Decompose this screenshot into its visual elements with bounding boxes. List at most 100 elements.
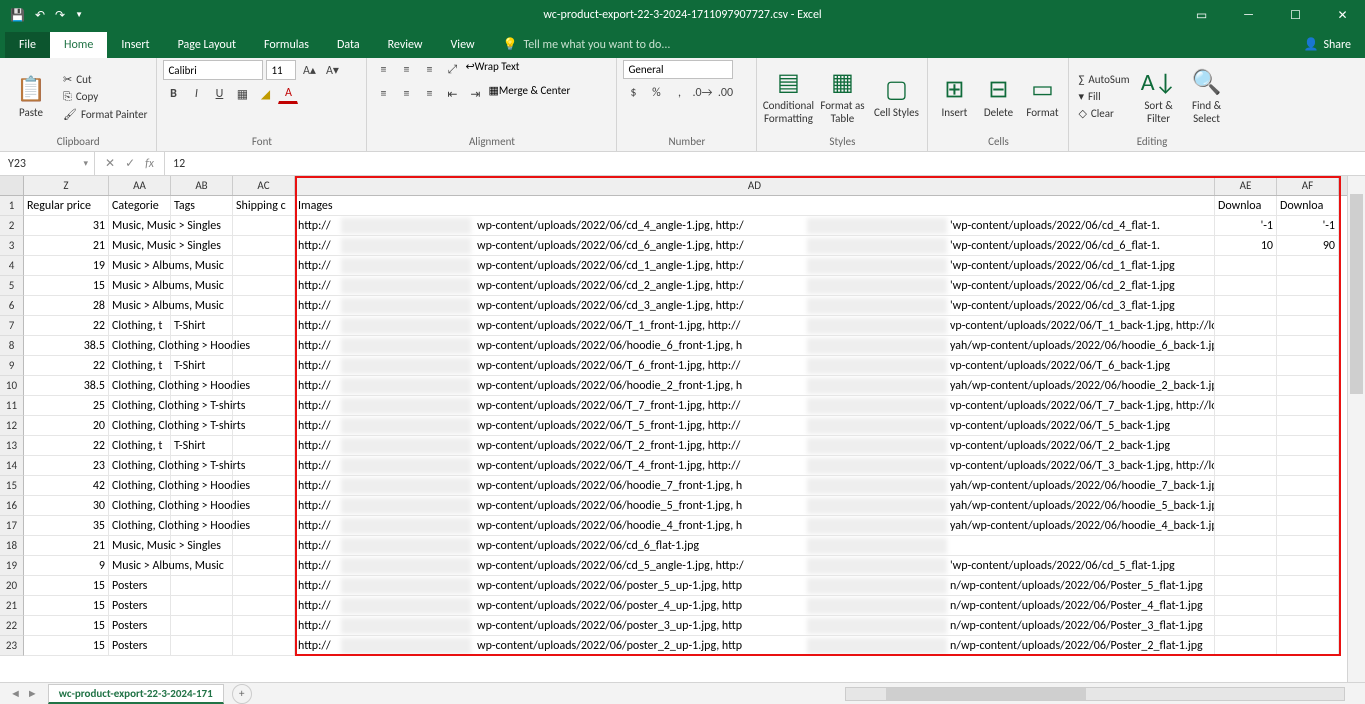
row-header[interactable]: 4 — [0, 256, 24, 276]
cell[interactable] — [1277, 416, 1339, 436]
cell[interactable] — [171, 476, 233, 496]
cell[interactable]: Downloa — [1277, 196, 1339, 216]
cell[interactable]: 10 — [1215, 236, 1277, 256]
cell[interactable] — [1277, 376, 1339, 396]
tab-page-layout[interactable]: Page Layout — [164, 32, 250, 58]
cell[interactable]: Clothing, Clothing > Hoodies — [109, 496, 171, 516]
cell[interactable] — [1215, 456, 1277, 476]
cell[interactable]: http://wp-content/uploads/2022/06/hoodie… — [295, 376, 1215, 396]
cell[interactable]: 23 — [24, 456, 109, 476]
cell[interactable]: Music, Music > Singles — [109, 236, 171, 256]
cell[interactable] — [171, 236, 233, 256]
cell[interactable] — [1215, 256, 1277, 276]
autosum-button[interactable]: ∑AutoSum — [1075, 72, 1132, 87]
cell[interactable] — [171, 496, 233, 516]
cell[interactable]: T-Shirt — [171, 436, 233, 456]
row-header[interactable]: 2 — [0, 216, 24, 236]
select-all-corner[interactable] — [0, 176, 24, 195]
column-header-AC[interactable]: AC — [233, 176, 295, 195]
indent-increase-icon[interactable]: ⇥ — [465, 84, 485, 104]
cell[interactable] — [1277, 496, 1339, 516]
cell[interactable]: 25 — [24, 396, 109, 416]
row-header[interactable]: 12 — [0, 416, 24, 436]
cell[interactable] — [233, 436, 295, 456]
cell[interactable]: Music, Music > Singles — [109, 216, 171, 236]
sheet-nav-next-icon[interactable]: ► — [27, 687, 38, 700]
cell[interactable] — [1215, 316, 1277, 336]
orientation-icon[interactable]: ⤢ — [442, 60, 462, 80]
cell[interactable] — [1215, 336, 1277, 356]
row-header[interactable]: 19 — [0, 556, 24, 576]
cell[interactable] — [1215, 436, 1277, 456]
cell[interactable]: Clothing, t — [109, 436, 171, 456]
cell[interactable]: http://wp-content/uploads/2022/06/poster… — [295, 576, 1215, 596]
cell[interactable]: 15 — [24, 616, 109, 636]
cell[interactable]: 35 — [24, 516, 109, 536]
column-header-AF[interactable]: AF — [1277, 176, 1339, 195]
cell[interactable] — [233, 556, 295, 576]
currency-icon[interactable]: $ — [623, 83, 643, 103]
italic-button[interactable]: I — [186, 84, 206, 104]
align-left-icon[interactable]: ≡ — [373, 84, 393, 104]
cell[interactable]: http://wp-content/uploads/2022/06/T_4_fr… — [295, 456, 1215, 476]
cell[interactable] — [233, 516, 295, 536]
align-bottom-icon[interactable]: ≡ — [419, 60, 439, 80]
cell[interactable]: 19 — [24, 256, 109, 276]
cell[interactable]: 38.5 — [24, 376, 109, 396]
cell[interactable]: Posters — [109, 596, 171, 616]
cell[interactable]: http://wp-content/uploads/2022/06/T_2_fr… — [295, 436, 1215, 456]
column-header-Z[interactable]: Z — [24, 176, 109, 195]
cell[interactable]: 22 — [24, 436, 109, 456]
cell[interactable] — [1215, 616, 1277, 636]
cell[interactable]: http://wp-content/uploads/2022/06/cd_4_a… — [295, 216, 1215, 236]
cell[interactable] — [1215, 556, 1277, 576]
cell[interactable] — [233, 316, 295, 336]
horizontal-scrollbar[interactable] — [252, 687, 1365, 701]
cell[interactable] — [233, 396, 295, 416]
cell[interactable] — [1215, 496, 1277, 516]
tab-data[interactable]: Data — [323, 32, 374, 58]
cell[interactable]: 15 — [24, 576, 109, 596]
cell[interactable] — [1277, 356, 1339, 376]
cell[interactable]: Music > Albums, Music — [109, 276, 171, 296]
cell[interactable]: Clothing, Clothing > Hoodies — [109, 516, 171, 536]
cell[interactable] — [1277, 336, 1339, 356]
cell[interactable] — [1277, 576, 1339, 596]
cell[interactable]: http://wp-content/uploads/2022/06/hoodie… — [295, 516, 1215, 536]
save-icon[interactable]: 💾 — [10, 8, 25, 23]
fill-color-button[interactable]: ◢ — [255, 84, 275, 104]
row-header[interactable]: 7 — [0, 316, 24, 336]
cell[interactable] — [171, 276, 233, 296]
cell[interactable]: Clothing, Clothing > T-shirts — [109, 456, 171, 476]
cell[interactable] — [233, 456, 295, 476]
cell[interactable] — [1215, 416, 1277, 436]
cell[interactable]: http://wp-content/uploads/2022/06/hoodie… — [295, 476, 1215, 496]
cell[interactable]: http://wp-content/uploads/2022/06/T_7_fr… — [295, 396, 1215, 416]
cell[interactable]: Regular price — [24, 196, 109, 216]
enter-icon[interactable]: ✓ — [125, 156, 135, 171]
tab-file[interactable]: File — [5, 32, 50, 58]
comma-icon[interactable]: , — [669, 83, 689, 103]
cell[interactable]: 21 — [24, 536, 109, 556]
sort-filter-button[interactable]: A↓Sort & Filter — [1137, 68, 1181, 125]
cell[interactable] — [1215, 396, 1277, 416]
row-header[interactable]: 14 — [0, 456, 24, 476]
cell-styles-button[interactable]: ▢Cell Styles — [871, 75, 921, 119]
undo-icon[interactable]: ↶ — [35, 8, 45, 23]
row-header[interactable]: 6 — [0, 296, 24, 316]
cell[interactable]: http://wp-content/uploads/2022/06/cd_2_a… — [295, 276, 1215, 296]
qat-dropdown-icon[interactable]: ▼ — [75, 10, 83, 20]
cell[interactable] — [233, 296, 295, 316]
add-sheet-button[interactable]: + — [232, 684, 252, 704]
cell[interactable]: 9 — [24, 556, 109, 576]
row-header[interactable]: 1 — [0, 196, 24, 216]
cut-button[interactable]: ✂Cut — [60, 72, 150, 87]
cell[interactable] — [171, 456, 233, 476]
cell[interactable] — [233, 536, 295, 556]
font-name-input[interactable] — [163, 60, 263, 80]
cell[interactable]: Downloa — [1215, 196, 1277, 216]
cell[interactable] — [233, 596, 295, 616]
share-button[interactable]: 👤Share — [1289, 31, 1365, 58]
cell[interactable] — [1215, 356, 1277, 376]
fx-icon[interactable]: fx — [145, 157, 154, 171]
